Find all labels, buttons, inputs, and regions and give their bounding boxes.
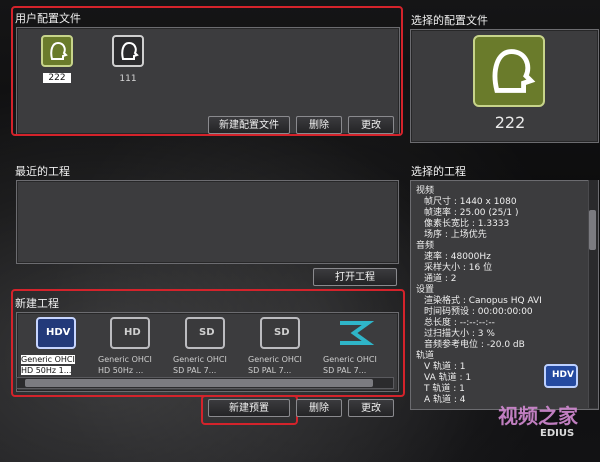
profile-111-tile[interactable] [112, 35, 144, 67]
delete-preset-button[interactable]: 删除 [296, 399, 342, 417]
selected-project-preset-badge: HDV [544, 364, 578, 388]
user-head-icon [492, 49, 536, 93]
sd-icon: SD [199, 327, 215, 338]
hdv-icon: HDV [46, 327, 71, 338]
user-head-icon [121, 41, 139, 60]
info-audio-reference: 音频参考电位 : -20.0 dB [424, 340, 525, 350]
new-profile-button[interactable]: 新建配置文件 [208, 116, 290, 134]
preset-3-line1[interactable]: Generic OHCI [173, 355, 227, 364]
selected-profile-title: 选择的配置文件 [411, 14, 488, 27]
user-head-icon [50, 41, 68, 60]
delete-profile-button[interactable]: 删除 [296, 116, 342, 134]
change-profile-button[interactable]: 更改 [348, 116, 394, 134]
new-preset-button[interactable]: 新建预置 [208, 399, 290, 417]
watermark-main: 视频之家 [498, 404, 578, 428]
highlight-frame-user-profiles [11, 6, 403, 136]
open-project-button[interactable]: 打开工程 [313, 268, 397, 286]
preset-1-line1[interactable]: Generic OHCI [21, 355, 75, 364]
hdv-icon: HDV [552, 370, 574, 380]
hd-icon: HD [124, 327, 141, 338]
selected-profile-name: 222 [494, 113, 526, 132]
preset-tile-5[interactable] [334, 317, 374, 349]
preset-5-line2[interactable]: SD PAL 7... [323, 366, 366, 375]
preset-tile-4[interactable]: SD [260, 317, 300, 349]
preset-2-line1[interactable]: Generic OHCI [98, 355, 152, 364]
preset-tile-1[interactable]: HDV [36, 317, 76, 349]
selected-project-scroll-thumb[interactable] [589, 210, 596, 250]
preset-4-line1[interactable]: Generic OHCI [248, 355, 302, 364]
profile-222-label[interactable]: 222 [43, 73, 71, 83]
selected-project-title: 选择的工程 [411, 165, 466, 178]
recent-projects-title: 最近的工程 [15, 165, 70, 178]
preset-4-line2[interactable]: SD PAL 7... [248, 366, 291, 375]
preset-2-line2[interactable]: HD 50Hz ... [98, 366, 143, 375]
selected-profile-avatar [473, 35, 545, 107]
profile-222-tile[interactable] [41, 35, 73, 67]
info-a-track: A 轨道 : 4 [424, 395, 466, 405]
edius-icon [340, 321, 374, 345]
preset-5-line1[interactable]: Generic OHCI [323, 355, 377, 364]
recent-projects-list[interactable] [16, 180, 399, 264]
preset-tile-2[interactable]: HD [110, 317, 150, 349]
new-project-hscroll-thumb[interactable] [25, 379, 373, 387]
preset-3-line2[interactable]: SD PAL 7... [173, 366, 216, 375]
preset-tile-3[interactable]: SD [185, 317, 225, 349]
preset-1-line2[interactable]: HD 50Hz 1... [21, 366, 72, 375]
sd-icon: SD [274, 327, 290, 338]
watermark-sub: EDIUS [540, 428, 575, 439]
change-preset-button[interactable]: 更改 [348, 399, 394, 417]
profile-111-label[interactable]: 111 [108, 74, 148, 84]
